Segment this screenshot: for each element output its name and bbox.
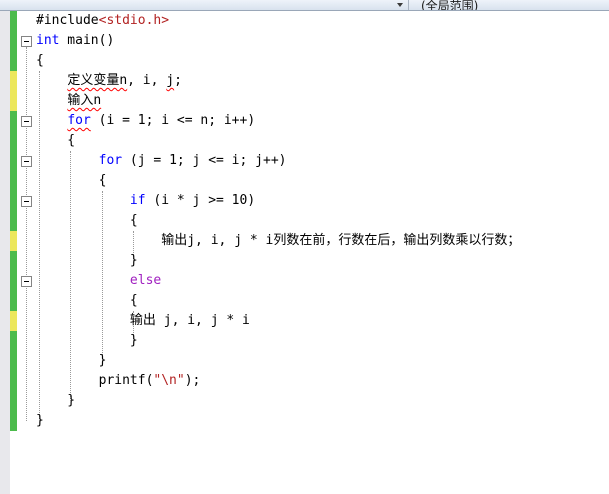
code-line[interactable]: 输入n [0,91,609,111]
code-text: { [36,293,138,308]
change-tracking-bar [10,71,17,91]
code-text: for (j = 1; j <= i; j++) [98,153,287,168]
fold-collapse-box[interactable] [21,36,32,47]
change-tracking-bar [10,391,17,411]
change-tracking-bar [10,211,17,231]
code-text: int main() [36,33,115,48]
code-text: { [36,53,44,68]
scope-dropdown-global[interactable]: (全局范围) [409,0,609,10]
code-text: 输出 j, i, j * i [129,313,250,328]
navigation-bar: (全局范围) [0,0,609,11]
change-tracking-bar [10,371,17,391]
fold-collapse-box[interactable] [21,156,32,167]
change-tracking-bar [10,31,17,51]
code-line[interactable]: } [0,411,609,431]
code-line[interactable]: 输出j, i, j * i列数在前，行数在后，输出列数乘以行数； [0,231,609,251]
change-tracking-bar [10,311,17,331]
code-editor[interactable]: #include<stdio.h> int main() { 定义变量n, i, j… [0,11,609,494]
scope-dropdown-left[interactable] [0,0,408,10]
change-tracking-bar [10,91,17,111]
code-line[interactable]: { [0,131,609,151]
fold-collapse-box[interactable] [21,196,32,207]
change-tracking-bar [10,351,17,371]
code-line[interactable]: for (j = 1; j <= i; j++) [0,151,609,171]
code-line[interactable]: } [0,251,609,271]
code-line[interactable]: } [0,351,609,371]
change-tracking-bar [10,11,17,31]
code-line[interactable]: { [0,171,609,191]
code-text: 输出j, i, j * i列数在前，行数在后，输出列数乘以行数； [161,233,521,248]
code-text: 输入n [67,93,102,108]
code-line[interactable]: printf("\n"); [0,371,609,391]
code-text: if (i * j >= 10) [129,193,256,208]
code-line[interactable]: { [0,291,609,311]
fold-collapse-box[interactable] [21,116,32,127]
code-line[interactable]: int main() [0,31,609,51]
code-text: } [36,393,76,408]
code-text: for (i = 1; i <= n; i++) [67,113,256,128]
change-tracking-bar [10,411,17,431]
change-tracking-bar [10,51,17,71]
code-text: } [36,333,138,348]
code-text: { [36,173,107,188]
code-line[interactable]: if (i * j >= 10) [0,191,609,211]
code-text: 定义变量n, i, j; [67,73,182,88]
code-text: { [36,213,138,228]
scope-dropdown-label: (全局范围) [421,0,479,11]
code-text: } [36,353,107,368]
code-text: { [36,133,76,148]
change-tracking-bar [10,151,17,171]
code-line[interactable]: for (i = 1; i <= n; i++) [0,111,609,131]
code-line[interactable]: { [0,51,609,71]
change-tracking-bar [10,291,17,311]
code-text: } [36,253,138,268]
code-line[interactable]: } [0,391,609,411]
fold-collapse-box[interactable] [21,276,32,287]
change-tracking-bar [10,271,17,291]
change-tracking-bar [10,331,17,351]
code-line[interactable]: 输出 j, i, j * i [0,311,609,331]
code-text: #include<stdio.h> [36,13,170,28]
code-text: printf("\n"); [36,373,201,388]
chevron-down-icon [397,3,403,7]
change-tracking-bar [10,191,17,211]
change-tracking-bar [10,111,17,131]
code-text: else [129,273,162,288]
change-tracking-bar [10,251,17,271]
change-tracking-bar [10,231,17,251]
code-line[interactable]: 定义变量n, i, j; [0,71,609,91]
code-text: } [36,413,44,428]
code-line[interactable]: #include<stdio.h> [0,11,609,31]
code-line[interactable]: } [0,331,609,351]
code-line[interactable]: else [0,271,609,291]
change-tracking-bar [10,131,17,151]
code-line[interactable]: { [0,211,609,231]
change-tracking-bar [10,171,17,191]
